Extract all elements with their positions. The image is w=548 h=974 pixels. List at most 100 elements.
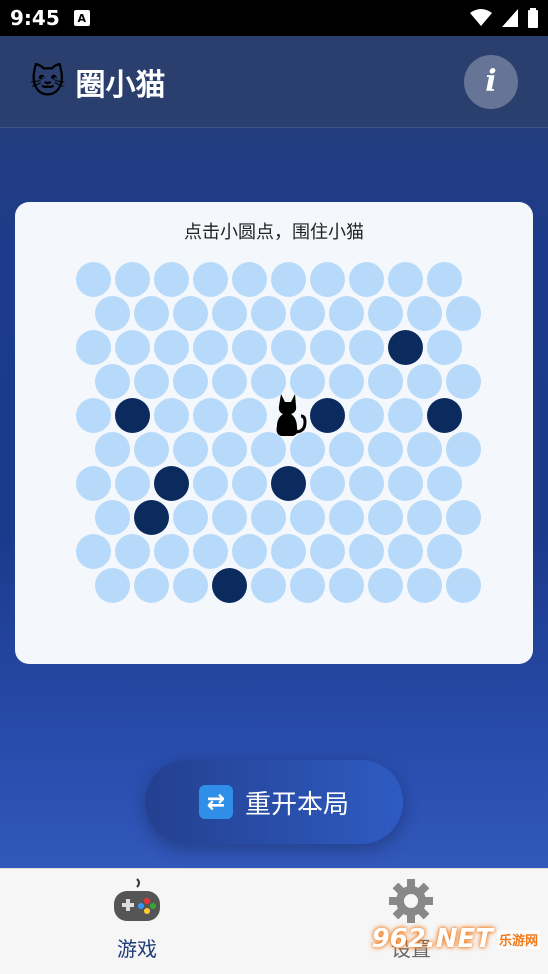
grid-dot[interactable] [154,262,189,297]
grid-dot[interactable] [134,568,169,603]
grid-dot[interactable] [173,568,208,603]
grid-dot[interactable] [95,364,130,399]
grid-dot[interactable] [407,364,442,399]
info-button[interactable]: i [464,54,518,109]
grid-dot[interactable] [173,500,208,535]
grid-dot[interactable] [193,466,228,501]
grid-dot[interactable] [446,296,481,331]
grid-dot[interactable] [329,568,364,603]
grid-dot[interactable] [173,296,208,331]
grid-dot[interactable] [329,500,364,535]
grid-dot[interactable] [290,568,325,603]
grid-dot[interactable] [310,330,345,365]
grid-dot[interactable] [427,466,462,501]
grid-dot[interactable] [446,568,481,603]
grid-dot[interactable] [76,330,111,365]
blocked-dot [115,398,150,433]
grid-dot[interactable] [368,432,403,467]
grid-dot[interactable] [407,500,442,535]
grid-dot[interactable] [232,330,267,365]
grid-dot[interactable] [115,330,150,365]
nav-item-settings[interactable]: 设置 [274,869,548,974]
grid-dot[interactable] [134,296,169,331]
grid-dot[interactable] [115,262,150,297]
grid-dot[interactable] [95,296,130,331]
grid-dot[interactable] [95,568,130,603]
grid-dot[interactable] [212,296,247,331]
grid-dot[interactable] [446,500,481,535]
blocked-dot [427,398,462,433]
grid-dot[interactable] [193,262,228,297]
grid-dot[interactable] [388,262,423,297]
grid-dot[interactable] [76,398,111,433]
grid-dot[interactable] [388,534,423,569]
grid-dot[interactable] [232,398,267,433]
grid-dot[interactable] [115,534,150,569]
grid-dot[interactable] [115,466,150,501]
grid-dot[interactable] [154,330,189,365]
grid-dot[interactable] [76,534,111,569]
grid-dot[interactable] [134,432,169,467]
grid-dot[interactable] [368,296,403,331]
grid-dot[interactable] [76,262,111,297]
grid-dot[interactable] [290,432,325,467]
grid-dot[interactable] [388,398,423,433]
blocked-dot [212,568,247,603]
grid-dot[interactable] [193,534,228,569]
grid-dot[interactable] [310,262,345,297]
grid-dot[interactable] [290,296,325,331]
grid-dot[interactable] [251,500,286,535]
grid-dot[interactable] [427,534,462,569]
grid-dot[interactable] [232,534,267,569]
grid-dot[interactable] [154,398,189,433]
grid-dot[interactable] [232,262,267,297]
grid-dot[interactable] [232,466,267,501]
grid-dot[interactable] [212,432,247,467]
nav-label-game: 游戏 [117,937,157,961]
grid-dot[interactable] [271,262,306,297]
grid-dot[interactable] [329,432,364,467]
grid-dot[interactable] [388,466,423,501]
grid-dot[interactable] [290,500,325,535]
grid-dot[interactable] [173,364,208,399]
grid-dot[interactable] [76,466,111,501]
grid-dot[interactable] [251,568,286,603]
grid-dot[interactable] [368,364,403,399]
grid-dot[interactable] [251,296,286,331]
grid-dot[interactable] [193,330,228,365]
grid-dot[interactable] [193,398,228,433]
grid-dot[interactable] [95,432,130,467]
cellular-icon [502,9,518,27]
grid-dot[interactable] [349,534,384,569]
grid-dot[interactable] [407,568,442,603]
grid-dot[interactable] [154,534,189,569]
grid-dot[interactable] [407,296,442,331]
nav-item-game[interactable]: 游戏 [0,869,274,974]
grid-dot[interactable] [349,466,384,501]
grid-dot[interactable] [251,432,286,467]
grid-dot[interactable] [349,330,384,365]
restart-button[interactable]: ⇄ 重开本局 [145,760,403,844]
blocked-dot [154,466,189,501]
grid-dot[interactable] [407,432,442,467]
grid-dot[interactable] [212,500,247,535]
grid-dot[interactable] [310,534,345,569]
grid-dot[interactable] [427,330,462,365]
grid-dot[interactable] [329,296,364,331]
dot-grid [15,202,533,664]
grid-dot[interactable] [349,262,384,297]
grid-dot[interactable] [134,364,169,399]
grid-dot[interactable] [329,364,364,399]
grid-dot[interactable] [173,432,208,467]
grid-dot[interactable] [212,364,247,399]
grid-dot[interactable] [349,398,384,433]
grid-dot[interactable] [271,534,306,569]
grid-dot[interactable] [310,466,345,501]
grid-dot[interactable] [368,568,403,603]
grid-dot[interactable] [271,330,306,365]
grid-dot[interactable] [368,500,403,535]
grid-dot[interactable] [427,262,462,297]
grid-dot[interactable] [95,500,130,535]
grid-dot[interactable] [446,364,481,399]
grid-dot[interactable] [446,432,481,467]
